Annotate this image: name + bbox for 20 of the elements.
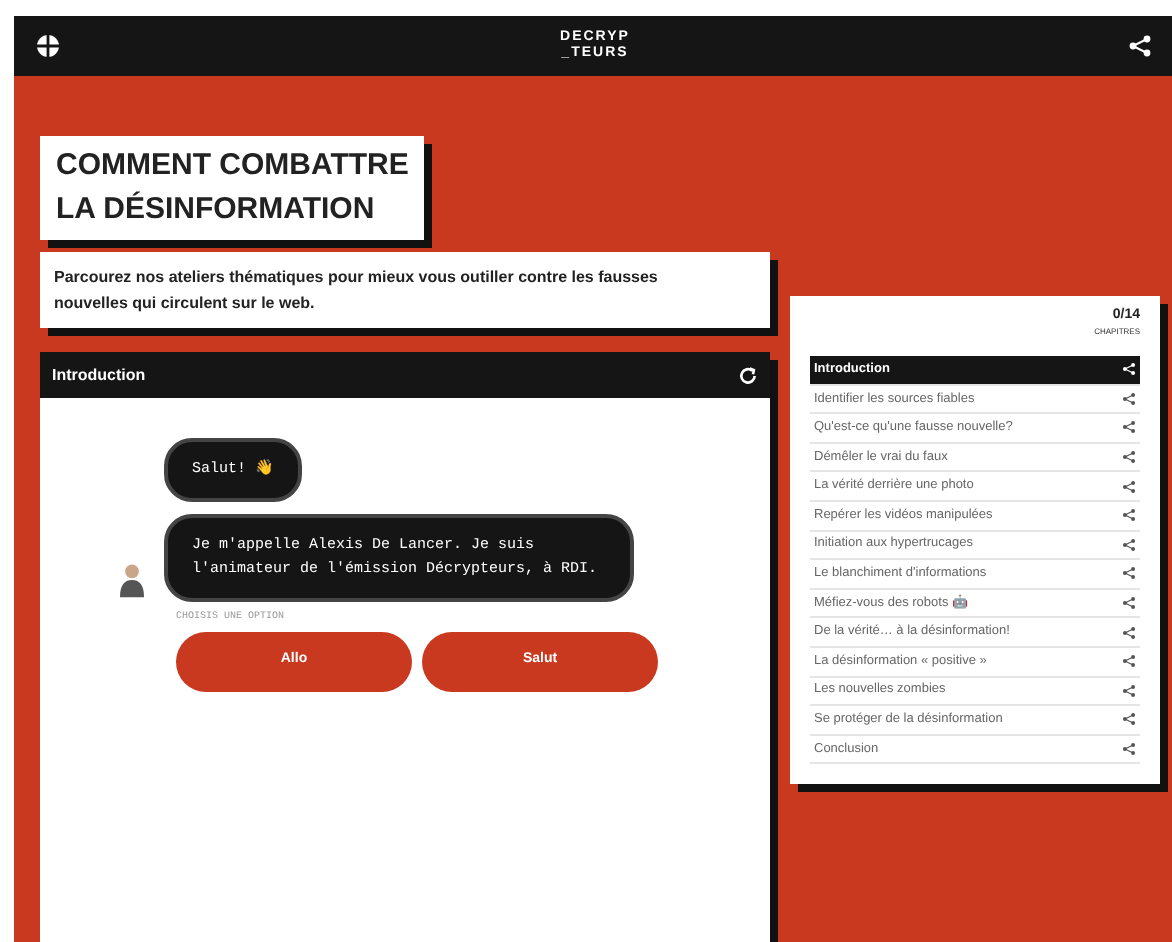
share-icon[interactable] — [1122, 654, 1136, 669]
share-icon[interactable] — [1122, 537, 1136, 552]
share-icon[interactable] — [1122, 712, 1136, 727]
share-icon[interactable] — [1122, 683, 1136, 698]
share-icon[interactable] — [1122, 508, 1136, 523]
refresh-icon[interactable] — [738, 365, 758, 385]
title-box: COMMENT COMBATTRE LA DÉSINFORMATION — [40, 136, 425, 240]
share-icon[interactable] — [1122, 742, 1136, 757]
share-icon[interactable] — [1122, 596, 1136, 611]
share-icon[interactable] — [1122, 566, 1136, 581]
crosshair-icon[interactable] — [34, 32, 62, 60]
share-icon[interactable] — [1122, 450, 1136, 465]
share-icon[interactable] — [1127, 34, 1152, 58]
avatar-silhouette — [120, 562, 144, 598]
chat-title: Introduction — [52, 363, 146, 387]
share-icon[interactable] — [1122, 420, 1136, 435]
description: Parcourez nos ateliers thématiques pour mieux vous outiller contre les fausses nouvelles qui circulent sur le web. — [40, 252, 770, 328]
share-icon[interactable] — [1122, 479, 1136, 494]
share-icon[interactable] — [1122, 391, 1136, 406]
share-icon[interactable] — [1122, 625, 1136, 640]
